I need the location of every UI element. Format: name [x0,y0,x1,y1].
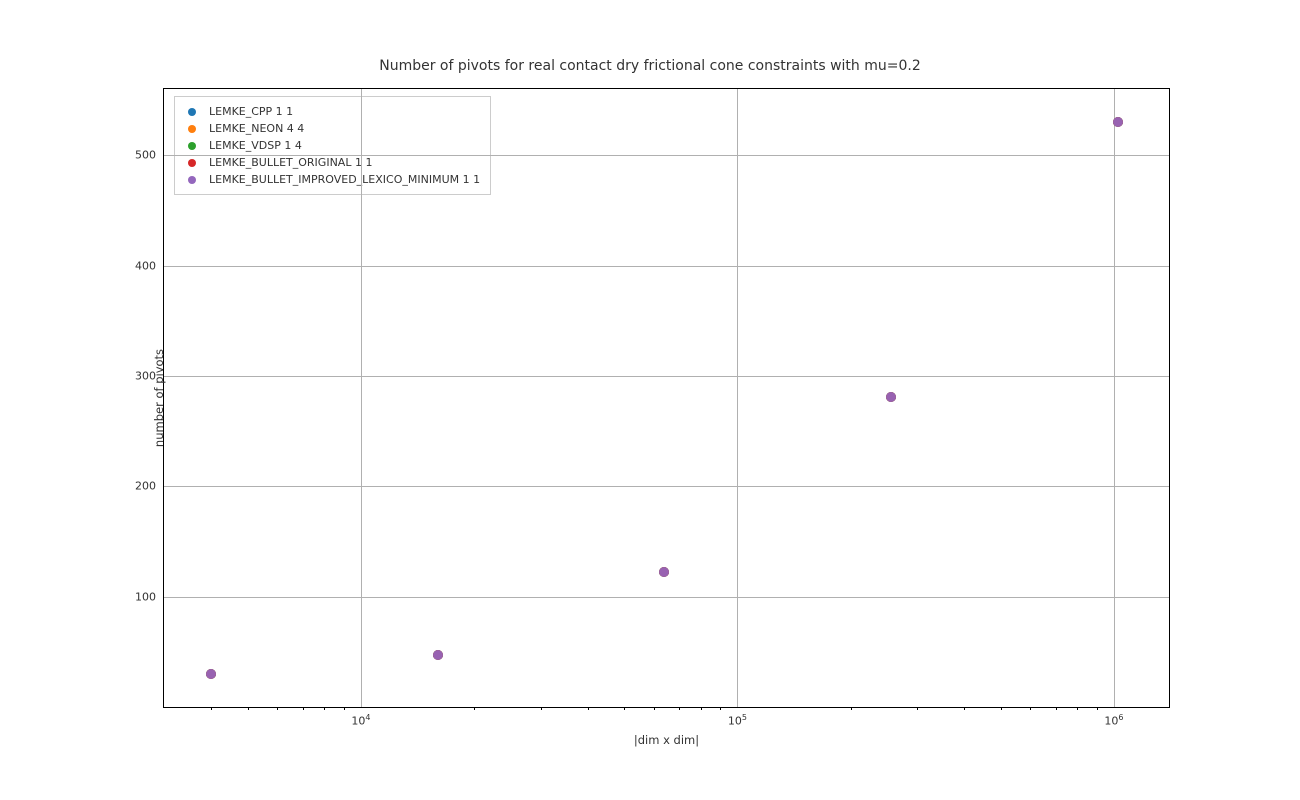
y-tick-label: 300 [135,369,156,382]
x-minor-tick [1056,707,1057,710]
y-gridline [164,486,1169,487]
y-tick-label: 200 [135,480,156,493]
x-axis-label: |dim x dim| [164,733,1169,747]
data-point [659,567,669,577]
x-minor-tick [277,707,278,710]
legend-label: LEMKE_CPP 1 1 [209,103,293,120]
legend-label: LEMKE_BULLET_ORIGINAL 1 1 [209,154,372,171]
x-minor-tick [720,707,721,710]
x-gridline [361,89,362,707]
x-minor-tick [324,707,325,710]
legend-label: LEMKE_VDSP 1 4 [209,137,302,154]
legend: LEMKE_CPP 1 1 LEMKE_NEON 4 4 LEMKE_VDSP … [174,96,491,195]
x-minor-tick [624,707,625,710]
data-point [1113,117,1123,127]
x-minor-tick [541,707,542,710]
legend-dot-icon [183,108,201,116]
legend-item: LEMKE_VDSP 1 4 [183,137,480,154]
y-tick-label: 500 [135,149,156,162]
y-gridline [164,597,1169,598]
x-minor-tick [1030,707,1031,710]
x-minor-tick [474,707,475,710]
y-gridline [164,266,1169,267]
x-tick-label: 104 [351,713,370,728]
legend-dot-icon [183,125,201,133]
x-minor-tick [588,707,589,710]
axes-area: number of pivots |dim x dim| LEMKE_CPP 1… [163,88,1170,708]
y-tick-label: 400 [135,259,156,272]
x-minor-tick [1001,707,1002,710]
x-gridline [1114,89,1115,707]
x-minor-tick [1077,707,1078,710]
legend-item: LEMKE_BULLET_IMPROVED_LEXICO_MINIMUM 1 1 [183,171,480,188]
legend-label: LEMKE_BULLET_IMPROVED_LEXICO_MINIMUM 1 1 [209,171,480,188]
x-minor-tick [303,707,304,710]
x-minor-tick [917,707,918,710]
legend-dot-icon [183,159,201,167]
x-minor-tick [1097,707,1098,710]
legend-item: LEMKE_BULLET_ORIGINAL 1 1 [183,154,480,171]
y-gridline [164,155,1169,156]
x-tick-label: 105 [728,713,747,728]
x-minor-tick [851,707,852,710]
legend-item: LEMKE_NEON 4 4 [183,120,480,137]
legend-dot-icon [183,142,201,150]
figure: Number of pivots for real contact dry fr… [0,0,1300,800]
chart-title: Number of pivots for real contact dry fr… [0,58,1300,74]
data-point [886,392,896,402]
x-minor-tick [211,707,212,710]
data-point [433,650,443,660]
legend-item: LEMKE_CPP 1 1 [183,103,480,120]
y-axis-label: number of pivots [152,349,166,447]
legend-label: LEMKE_NEON 4 4 [209,120,304,137]
x-gridline [737,89,738,707]
y-tick-label: 100 [135,590,156,603]
x-minor-tick [654,707,655,710]
data-point [206,669,216,679]
y-gridline [164,376,1169,377]
x-minor-tick [964,707,965,710]
x-minor-tick [679,707,680,710]
x-minor-tick [248,707,249,710]
x-tick-label: 106 [1104,713,1123,728]
legend-dot-icon [183,176,201,184]
x-minor-tick [701,707,702,710]
x-minor-tick [344,707,345,710]
